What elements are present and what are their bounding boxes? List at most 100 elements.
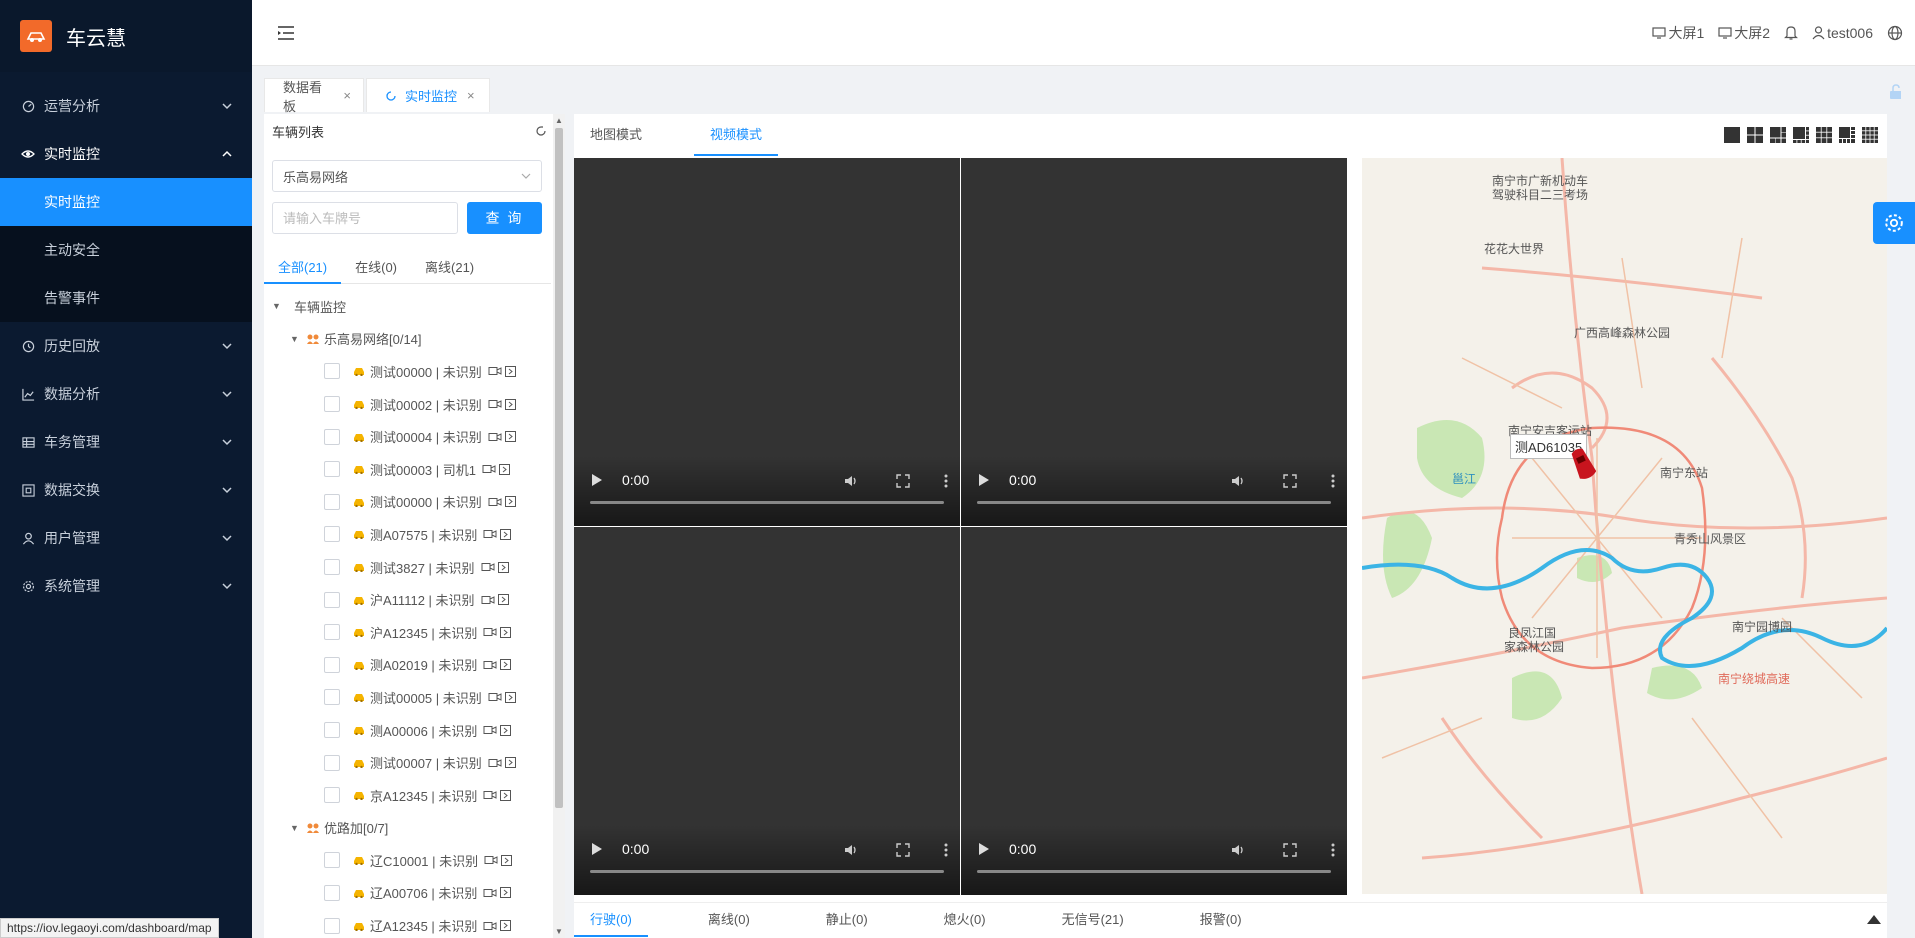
play-icon[interactable] bbox=[592, 843, 602, 855]
video-player-1[interactable]: 0:00 bbox=[574, 158, 960, 526]
caret-down-icon[interactable]: ▼ bbox=[272, 301, 282, 311]
settings-float-button[interactable] bbox=[1873, 202, 1915, 244]
video-camera-icon[interactable] bbox=[488, 399, 502, 409]
video-progress-bar[interactable] bbox=[590, 501, 944, 504]
car-marker-icon[interactable] bbox=[1570, 446, 1596, 482]
company-select[interactable]: 乐高易网络 bbox=[272, 160, 542, 192]
video-camera-icon[interactable] bbox=[483, 660, 497, 670]
video-progress-bar[interactable] bbox=[977, 870, 1331, 873]
detail-arrow-icon[interactable] bbox=[500, 626, 512, 638]
subnav-alarm-events[interactable]: 告警事件 bbox=[0, 274, 252, 322]
tab-video-mode[interactable]: 视频模式 bbox=[694, 114, 779, 156]
video-camera-icon[interactable] bbox=[484, 855, 498, 865]
vehicle-checkbox[interactable] bbox=[324, 884, 340, 901]
vehicle-row[interactable]: 测试00005 | 未识别 bbox=[264, 681, 551, 714]
vehicle-checkbox[interactable] bbox=[324, 461, 340, 478]
detail-arrow-icon[interactable] bbox=[504, 398, 516, 410]
more-options-icon[interactable] bbox=[944, 843, 948, 857]
nav-realtime-monitor[interactable]: 实时监控 bbox=[0, 130, 252, 178]
vehicle-checkbox[interactable] bbox=[324, 526, 340, 543]
vehicle-checkbox[interactable] bbox=[324, 656, 340, 673]
vehicle-row[interactable]: 辽C10001 | 未识别 bbox=[264, 844, 551, 877]
nav-user-management[interactable]: 用户管理 bbox=[0, 514, 252, 562]
layout-6-icon[interactable] bbox=[1769, 126, 1787, 144]
tab-map-mode[interactable]: 地图模式 bbox=[574, 114, 658, 156]
detail-arrow-icon[interactable] bbox=[498, 463, 510, 475]
close-icon[interactable]: × bbox=[343, 88, 351, 103]
plate-search-input[interactable] bbox=[272, 202, 458, 234]
user-menu[interactable]: test006 bbox=[1812, 25, 1873, 41]
vehicle-checkbox[interactable] bbox=[324, 787, 340, 804]
layout-8-icon[interactable] bbox=[1792, 126, 1810, 144]
volume-icon[interactable] bbox=[1231, 474, 1247, 488]
vehicle-checkbox[interactable] bbox=[324, 624, 340, 641]
globe-icon[interactable] bbox=[1887, 25, 1903, 41]
video-camera-icon[interactable] bbox=[488, 432, 502, 442]
scrollbar[interactable]: ▲ ▼ bbox=[553, 114, 565, 938]
layout-1-icon[interactable] bbox=[1723, 126, 1741, 144]
play-icon[interactable] bbox=[592, 474, 602, 486]
status-engine-off[interactable]: 熄火(0) bbox=[928, 903, 1002, 937]
detail-arrow-icon[interactable] bbox=[504, 431, 516, 443]
fullscreen-icon[interactable] bbox=[1283, 474, 1297, 488]
query-button[interactable]: 查 询 bbox=[467, 202, 542, 234]
vehicle-checkbox[interactable] bbox=[324, 363, 340, 380]
vehicle-row[interactable]: 测试00007 | 未识别 bbox=[264, 746, 551, 779]
detail-arrow-icon[interactable] bbox=[500, 920, 512, 932]
video-camera-icon[interactable] bbox=[488, 692, 502, 702]
big-screen-1-link[interactable]: 大屏1 bbox=[1652, 23, 1704, 43]
close-icon[interactable]: × bbox=[467, 88, 475, 103]
detail-arrow-icon[interactable] bbox=[500, 528, 512, 540]
logo[interactable]: 车云慧 bbox=[0, 0, 252, 72]
nav-history-playback[interactable]: 历史回放 bbox=[0, 322, 252, 370]
video-camera-icon[interactable] bbox=[488, 366, 502, 376]
layout-9-icon[interactable] bbox=[1815, 126, 1833, 144]
layout-4-icon[interactable] bbox=[1746, 126, 1764, 144]
vehicle-checkbox[interactable] bbox=[324, 689, 340, 706]
detail-arrow-icon[interactable] bbox=[497, 594, 509, 606]
vehicle-checkbox[interactable] bbox=[324, 493, 340, 510]
vehicle-row[interactable]: 辽A12345 | 未识别 bbox=[264, 909, 551, 938]
volume-icon[interactable] bbox=[844, 474, 860, 488]
vehicle-row[interactable]: 测A07575 | 未识别 bbox=[264, 518, 551, 551]
vehicle-row[interactable]: 测试3827 | 未识别 bbox=[264, 551, 551, 584]
filter-offline[interactable]: 离线(21) bbox=[411, 254, 488, 284]
vehicle-checkbox[interactable] bbox=[324, 917, 340, 934]
detail-arrow-icon[interactable] bbox=[501, 854, 513, 866]
tab-data-dashboard[interactable]: 数据看板 × bbox=[264, 78, 364, 114]
bell-icon[interactable] bbox=[1784, 25, 1799, 41]
layout-10-icon[interactable] bbox=[1838, 126, 1856, 144]
caret-down-icon[interactable]: ▼ bbox=[290, 823, 300, 833]
video-camera-icon[interactable] bbox=[483, 725, 497, 735]
video-camera-icon[interactable] bbox=[482, 464, 496, 474]
video-player-3[interactable]: 0:00 bbox=[574, 527, 960, 895]
play-icon[interactable] bbox=[979, 843, 989, 855]
vehicle-row[interactable]: 测试00000 | 未识别 bbox=[264, 486, 551, 519]
vehicle-row[interactable]: 沪A12345 | 未识别 bbox=[264, 616, 551, 649]
caret-down-icon[interactable]: ▼ bbox=[290, 334, 300, 344]
fullscreen-icon[interactable] bbox=[896, 843, 910, 857]
status-driving[interactable]: 行驶(0) bbox=[574, 903, 648, 937]
vehicle-row[interactable]: 测试00002 | 未识别 bbox=[264, 388, 551, 421]
big-screen-2-link[interactable]: 大屏2 bbox=[1718, 23, 1770, 43]
video-progress-bar[interactable] bbox=[977, 501, 1331, 504]
video-player-2[interactable]: 0:00 bbox=[961, 158, 1347, 526]
vehicle-row[interactable]: 测试00000 | 未识别 bbox=[264, 355, 551, 388]
subnav-active-safety[interactable]: 主动安全 bbox=[0, 226, 252, 274]
tab-realtime-monitor[interactable]: 实时监控 × bbox=[366, 78, 490, 112]
nav-data-analysis[interactable]: 数据分析 bbox=[0, 370, 252, 418]
video-camera-icon[interactable] bbox=[483, 529, 497, 539]
filter-online[interactable]: 在线(0) bbox=[341, 254, 411, 284]
vehicle-row[interactable]: 测试00004 | 未识别 bbox=[264, 420, 551, 453]
subnav-realtime-monitor[interactable]: 实时监控 bbox=[0, 178, 252, 226]
vehicle-checkbox[interactable] bbox=[324, 852, 340, 869]
vehicle-row[interactable]: 测试00003 | 司机1 bbox=[264, 453, 551, 486]
more-options-icon[interactable] bbox=[1331, 843, 1335, 857]
detail-arrow-icon[interactable] bbox=[504, 365, 516, 377]
tree-root[interactable]: ▼ 车辆监控 bbox=[264, 290, 551, 323]
map-view[interactable]: 南宁市广新机动车 驾驶科目二三考场 花花大世界 广西高峰森林公园 南宁安吉客运站… bbox=[1362, 158, 1887, 894]
video-camera-icon[interactable] bbox=[488, 497, 502, 507]
refresh-icon[interactable] bbox=[535, 125, 547, 137]
video-camera-icon[interactable] bbox=[488, 758, 502, 768]
more-options-icon[interactable] bbox=[1331, 474, 1335, 488]
